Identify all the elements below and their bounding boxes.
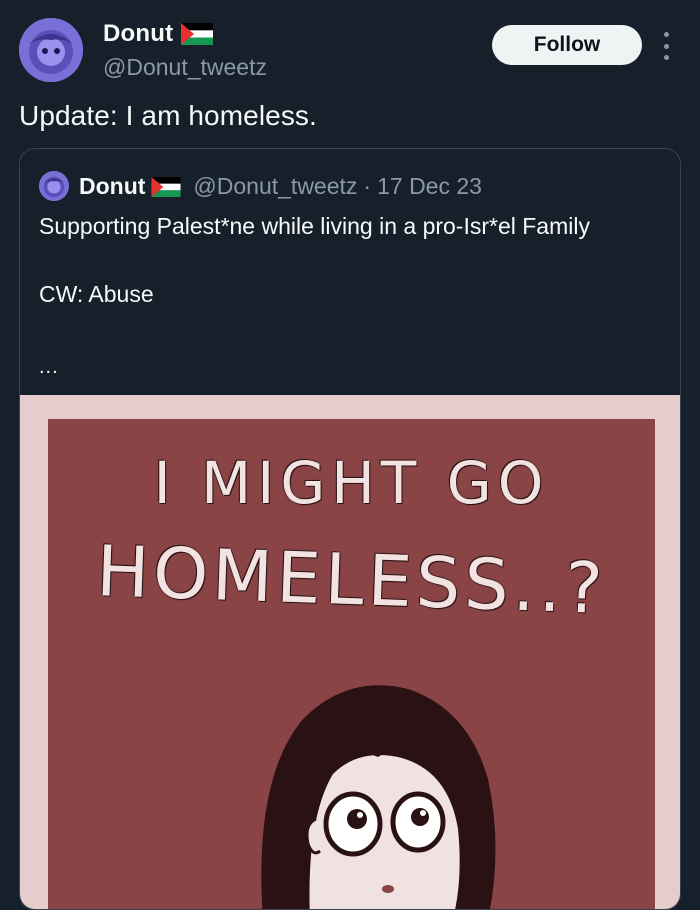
quoted-author-avatar bbox=[39, 171, 69, 201]
comic-character-illustration bbox=[261, 685, 496, 909]
quoted-date: 17 Dec 23 bbox=[377, 172, 482, 199]
author-name-row[interactable]: Donut bbox=[103, 20, 214, 48]
author-name[interactable]: Donut bbox=[103, 20, 173, 48]
quoted-tweet-card[interactable]: Donut @Donut_tweetz · 17 Dec 23 Supporti… bbox=[19, 148, 681, 910]
quoted-tweet-text: Supporting Palest*ne while living in a p… bbox=[39, 213, 590, 307]
author-avatar[interactable] bbox=[19, 18, 83, 82]
follow-button[interactable]: Follow bbox=[492, 25, 642, 65]
quoted-tweet-header: Donut @Donut_tweetz · 17 Dec 23 bbox=[39, 171, 482, 201]
quoted-text-truncation: ... bbox=[39, 356, 59, 378]
palestine-flag-icon bbox=[181, 23, 214, 45]
quoted-tweet-image[interactable]: I MIGHT GO HOMELESS..? bbox=[20, 395, 680, 909]
author-handle[interactable]: @Donut_tweetz bbox=[103, 54, 267, 81]
quoted-author-name: Donut bbox=[79, 172, 146, 199]
meta-separator: · bbox=[363, 172, 372, 199]
palestine-flag-icon bbox=[151, 176, 181, 197]
quoted-author-handle: @Donut_tweetz bbox=[193, 172, 358, 199]
comic-panel: I MIGHT GO HOMELESS..? bbox=[48, 419, 655, 909]
more-vertical-icon[interactable] bbox=[658, 32, 674, 60]
tweet-text: Update: I am homeless. bbox=[19, 100, 317, 131]
tweet-header: Donut @Donut_tweetz Follow bbox=[0, 0, 700, 100]
